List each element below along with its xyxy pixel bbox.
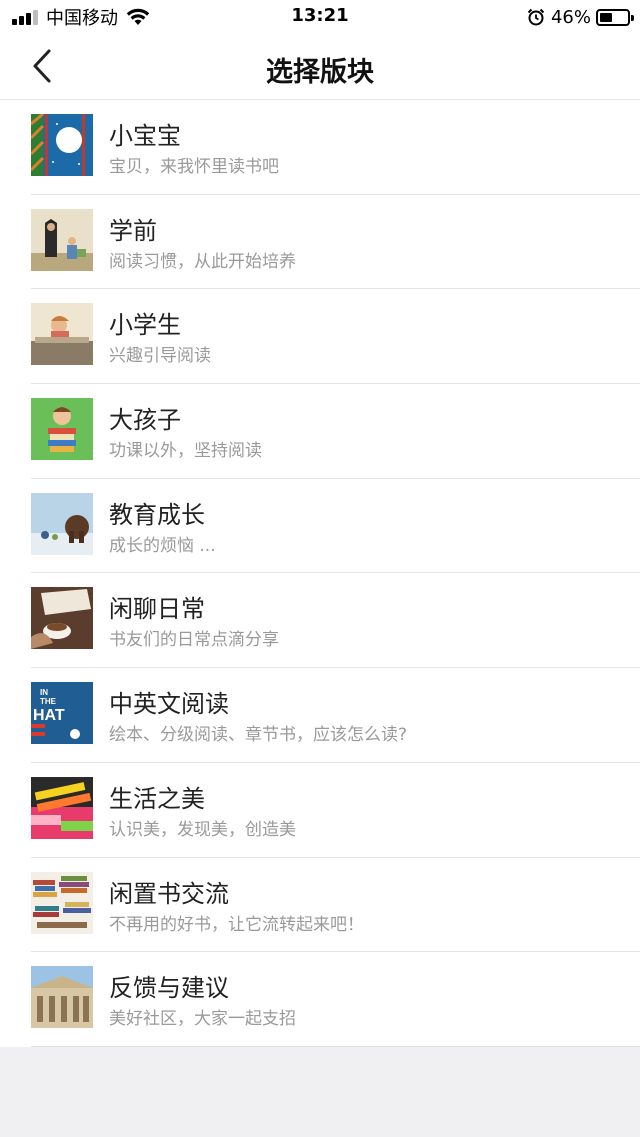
section-title: 小宝宝 xyxy=(109,122,181,150)
section-item-daily-chat[interactable]: 闲聊日常 书友们的日常点滴分享 xyxy=(0,573,640,668)
section-thumbnail xyxy=(31,776,93,839)
battery-icon xyxy=(596,8,634,26)
screen: 中国移动 13:21 46% 选择版块 小宝宝 宝贝，来我怀里读书吧 学前 阅读… xyxy=(0,0,640,1137)
status-bar: 中国移动 13:21 46% xyxy=(0,0,640,34)
section-item-preschool[interactable]: 学前 阅读习惯，从此开始培养 xyxy=(0,195,640,290)
alarm-icon xyxy=(527,8,545,26)
section-title: 大孩子 xyxy=(109,406,181,435)
section-subtitle: 阅读习惯，从此开始培养 xyxy=(109,251,296,272)
section-title: 小学生 xyxy=(109,311,181,340)
section-item-feedback[interactable]: 反馈与建议 美好社区，大家一起支招 xyxy=(0,952,640,1047)
section-title: 闲聊日常 xyxy=(109,595,205,624)
page-title: 选择版块 xyxy=(266,57,374,88)
section-list: 小宝宝 宝贝，来我怀里读书吧 学前 阅读习惯，从此开始培养 小学生 兴趣引导阅读… xyxy=(0,100,640,1047)
section-thumbnail xyxy=(31,587,93,650)
status-right: 46% xyxy=(527,5,634,29)
section-item-book-exchange[interactable]: 闲置书交流 不再用的好书，让它流转起来吧！ xyxy=(0,858,640,953)
section-subtitle: 功课以外，坚持阅读 xyxy=(109,441,262,462)
section-thumbnail xyxy=(31,398,93,461)
section-title: 反馈与建议 xyxy=(109,974,229,1003)
thumb-text-hat: HAT xyxy=(33,707,65,724)
section-item-beauty-of-life[interactable]: 生活之美 认识美，发现美，创造美 xyxy=(0,763,640,858)
nav-bar: 选择版块 xyxy=(0,34,640,100)
section-subtitle: 美好社区，大家一起支招 xyxy=(109,1009,296,1030)
section-thumbnail xyxy=(31,114,93,176)
section-subtitle: 书友们的日常点滴分享 xyxy=(109,630,279,651)
section-item-bilingual-reading[interactable]: IN THE HAT 中英文阅读 绘本、分级阅读、章节书，应该怎么读? xyxy=(0,668,640,763)
section-subtitle: 宝贝，来我怀里读书吧 xyxy=(109,157,279,177)
section-thumbnail xyxy=(31,208,93,271)
section-item-primary-school[interactable]: 小学生 兴趣引导阅读 xyxy=(0,289,640,384)
section-item-growth[interactable]: 教育成长 成长的烦恼 ... xyxy=(0,479,640,574)
section-title: 教育成长 xyxy=(109,500,205,529)
section-subtitle: 兴趣引导阅读 xyxy=(109,346,211,367)
section-thumbnail xyxy=(31,966,93,1029)
section-item-baby[interactable]: 小宝宝 宝贝，来我怀里读书吧 xyxy=(0,100,640,195)
thumb-text-the: THE xyxy=(40,697,57,706)
section-thumbnail: IN THE HAT xyxy=(31,682,93,745)
thumb-text-in: IN xyxy=(40,688,48,697)
section-title: 学前 xyxy=(109,216,157,245)
section-title: 生活之美 xyxy=(109,784,205,813)
section-thumbnail xyxy=(31,303,93,366)
section-subtitle: 不再用的好书，让它流转起来吧！ xyxy=(109,914,364,935)
section-subtitle: 成长的烦恼 ... xyxy=(109,535,216,556)
battery-percent: 46% xyxy=(550,6,591,28)
section-title: 闲置书交流 xyxy=(109,879,229,908)
section-subtitle: 绘本、分级阅读、章节书，应该怎么读? xyxy=(109,725,408,746)
section-title: 中英文阅读 xyxy=(109,690,229,719)
section-subtitle: 认识美，发现美，创造美 xyxy=(109,819,296,840)
section-item-older-kids[interactable]: 大孩子 功课以外，坚持阅读 xyxy=(0,384,640,479)
section-thumbnail xyxy=(31,871,93,934)
section-thumbnail xyxy=(31,492,93,555)
